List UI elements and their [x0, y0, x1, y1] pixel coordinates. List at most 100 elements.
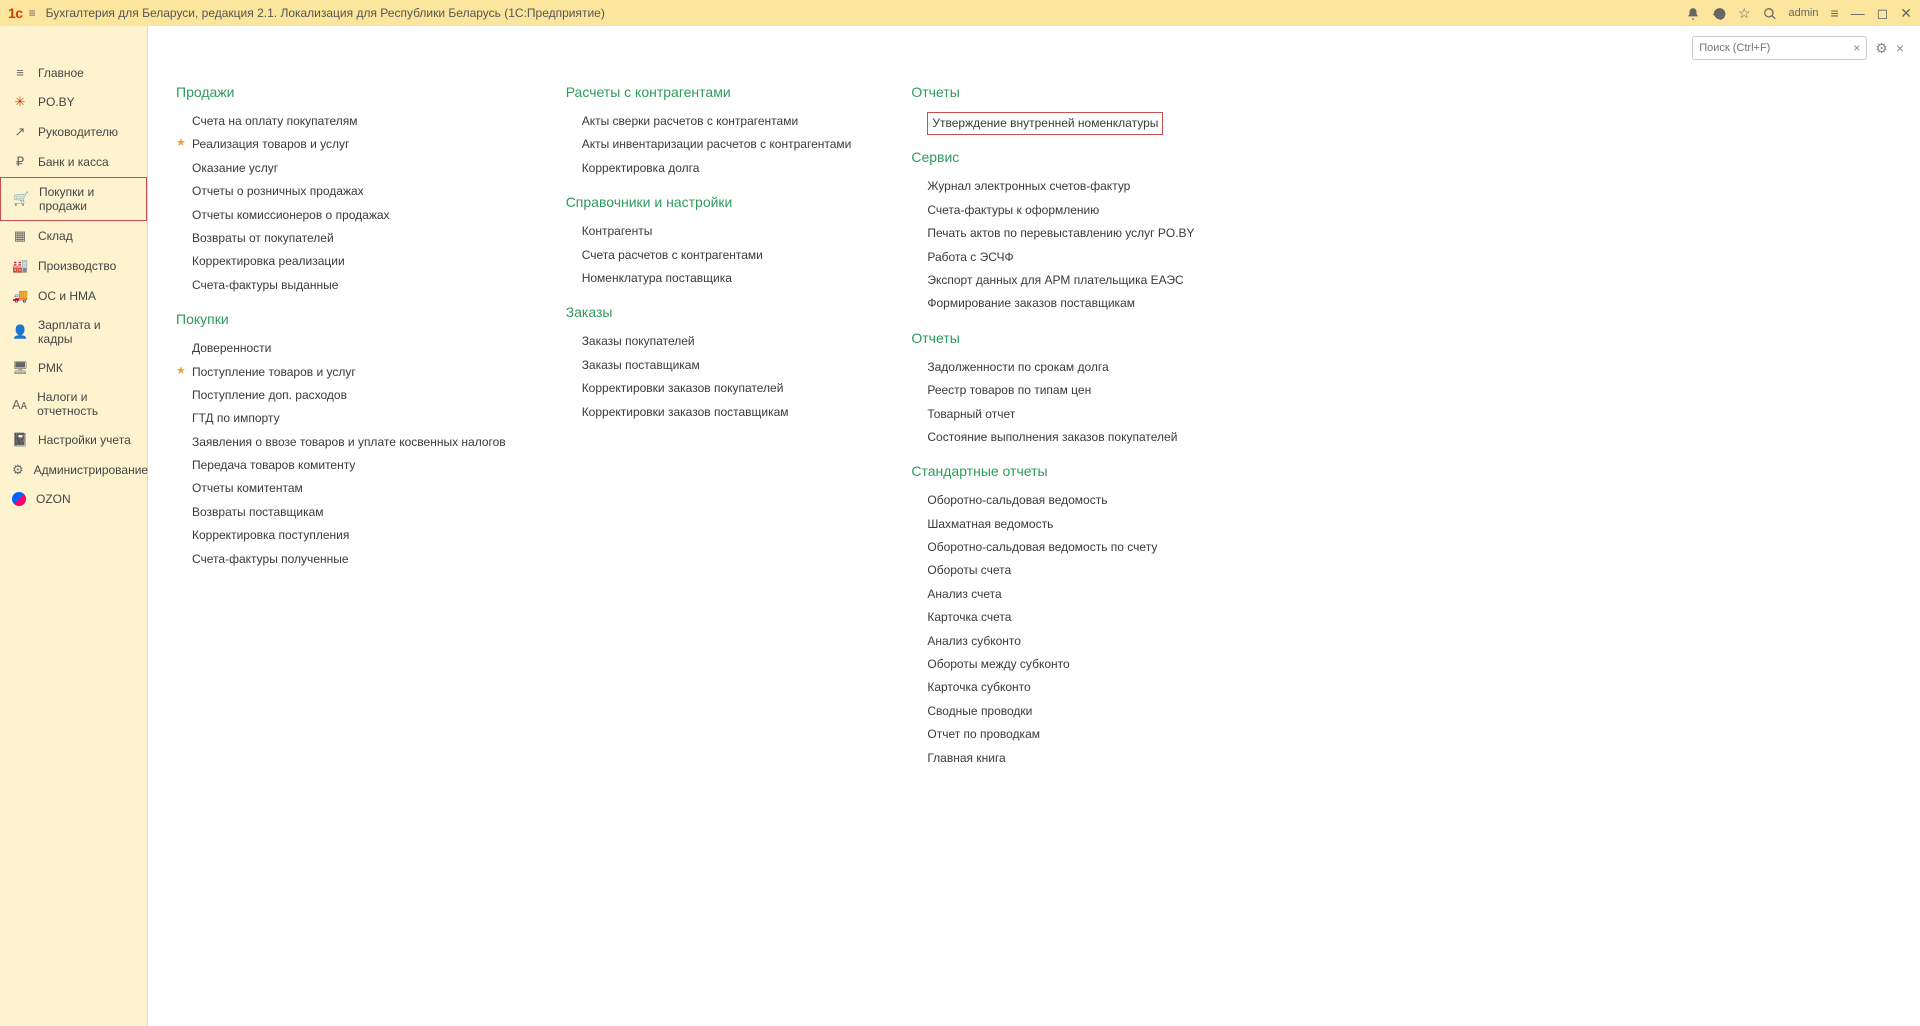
- col1-link-0-3[interactable]: Отчеты о розничных продажах: [192, 180, 506, 203]
- col1-link-1-1[interactable]: Поступление товаров и услуг: [192, 361, 506, 384]
- col3-link-3-5[interactable]: Карточка счета: [927, 606, 1194, 629]
- col3-link-2-2[interactable]: Товарный отчет: [927, 403, 1194, 426]
- col1-link-1-0[interactable]: Доверенности: [192, 337, 506, 360]
- sidebar-item-13[interactable]: OZON: [0, 485, 147, 513]
- col3-link-3-9[interactable]: Сводные проводки: [927, 700, 1194, 723]
- col2-link-2-0[interactable]: Заказы покупателей: [582, 330, 852, 353]
- col1-link-0-1[interactable]: Реализация товаров и услуг: [192, 133, 506, 156]
- sidebar-icon-3: ₽: [12, 154, 28, 170]
- close-panel-icon[interactable]: ×: [1896, 40, 1904, 56]
- col3-link-0-0[interactable]: Утверждение внутренней номенклатуры: [927, 112, 1163, 135]
- col3-link-3-2[interactable]: Оборотно-сальдовая ведомость по счету: [927, 536, 1194, 559]
- col1-link-1-4[interactable]: Заявления о ввозе товаров и уплате косве…: [192, 431, 506, 454]
- col3-section-list-0: Утверждение внутренней номенклатуры: [911, 110, 1194, 135]
- clear-search-icon[interactable]: ×: [1853, 41, 1860, 55]
- col2-section-list-0: Акты сверки расчетов с контрагентамиАкты…: [566, 110, 852, 180]
- col3-section-title-3: Стандартные отчеты: [911, 463, 1194, 479]
- col1-link-0-5[interactable]: Возвраты от покупателей: [192, 227, 506, 250]
- col3-link-3-8[interactable]: Карточка субконто: [927, 676, 1194, 699]
- history-icon[interactable]: [1712, 5, 1726, 21]
- col3-link-3-3[interactable]: Обороты счета: [927, 559, 1194, 582]
- sidebar-icon-13: [12, 492, 26, 506]
- sidebar-label-5: Склад: [38, 229, 73, 243]
- col1-link-1-6[interactable]: Отчеты комитентам: [192, 477, 506, 500]
- sidebar-item-6[interactable]: 🏭Производство: [0, 251, 147, 281]
- close-window-icon[interactable]: ✕: [1900, 5, 1912, 22]
- col2-link-0-0[interactable]: Акты сверки расчетов с контрагентами: [582, 110, 852, 133]
- col3-link-1-3[interactable]: Работа с ЭСЧФ: [927, 246, 1194, 269]
- col2-link-0-2[interactable]: Корректировка долга: [582, 157, 852, 180]
- sidebar-item-11[interactable]: 📓Настройки учета: [0, 425, 147, 455]
- sidebar-item-10[interactable]: AᴀНалоги и отчетность: [0, 383, 147, 425]
- col1-link-0-6[interactable]: Корректировка реализации: [192, 250, 506, 273]
- sidebar-item-5[interactable]: ▦Склад: [0, 221, 147, 251]
- col2-section-list-1: КонтрагентыСчета расчетов с контрагентам…: [566, 220, 852, 290]
- col3-section-list-3: Оборотно-сальдовая ведомостьШахматная ве…: [911, 489, 1194, 770]
- col3-link-1-2[interactable]: Печать актов по перевыставлению услуг PO…: [927, 222, 1194, 245]
- username[interactable]: admin: [1789, 7, 1819, 19]
- sidebar-item-8[interactable]: 👤Зарплата и кадры: [0, 311, 147, 353]
- sidebar: ≡Главное✳PO.BY↗Руководителю₽Банк и касса…: [0, 26, 148, 1026]
- sidebar-icon-10: Aᴀ: [12, 397, 27, 412]
- search-box[interactable]: ×: [1692, 36, 1867, 60]
- col3-link-1-5[interactable]: Формирование заказов поставщикам: [927, 292, 1194, 315]
- col1-link-1-9[interactable]: Счета-фактуры полученные: [192, 548, 506, 571]
- col3-link-3-11[interactable]: Главная книга: [927, 747, 1194, 770]
- col3-link-3-4[interactable]: Анализ счета: [927, 583, 1194, 606]
- col1-link-1-8[interactable]: Корректировка поступления: [192, 524, 506, 547]
- sections-columns: ПродажиСчета на оплату покупателямРеализ…: [176, 84, 1892, 770]
- col3-link-3-0[interactable]: Оборотно-сальдовая ведомость: [927, 489, 1194, 512]
- sidebar-label-12: Администрирование: [34, 463, 148, 477]
- col2-link-2-3[interactable]: Корректировки заказов поставщикам: [582, 401, 852, 424]
- burger-icon[interactable]: ≡: [29, 6, 36, 20]
- col3-link-1-4[interactable]: Экспорт данных для АРМ плательщика ЕАЭС: [927, 269, 1194, 292]
- col1-link-0-2[interactable]: Оказание услуг: [192, 157, 506, 180]
- col1-link-0-7[interactable]: Счета-фактуры выданные: [192, 274, 506, 297]
- col3-link-3-10[interactable]: Отчет по проводкам: [927, 723, 1194, 746]
- col3-link-2-3[interactable]: Состояние выполнения заказов покупателей: [927, 426, 1194, 449]
- search-input[interactable]: [1699, 42, 1849, 54]
- sidebar-item-12[interactable]: ⚙Администрирование: [0, 455, 147, 485]
- maximize-icon[interactable]: ◻: [1877, 5, 1889, 22]
- col3-link-3-1[interactable]: Шахматная ведомость: [927, 513, 1194, 536]
- col1-link-0-0[interactable]: Счета на оплату покупателям: [192, 110, 506, 133]
- col3-link-2-1[interactable]: Реестр товаров по типам цен: [927, 379, 1194, 402]
- star-icon[interactable]: ☆: [1738, 5, 1751, 22]
- col2-section-title-1: Справочники и настройки: [566, 194, 852, 210]
- sidebar-item-9[interactable]: 🖥РМК: [0, 353, 147, 383]
- sidebar-label-1: PO.BY: [38, 95, 75, 109]
- sidebar-item-4[interactable]: 🛒Покупки и продажи: [0, 177, 147, 221]
- col3-link-1-0[interactable]: Журнал электронных счетов-фактур: [927, 175, 1194, 198]
- col3-link-1-1[interactable]: Счета-фактуры к оформлению: [927, 199, 1194, 222]
- col2-link-0-1[interactable]: Акты инвентаризации расчетов с контраген…: [582, 133, 852, 156]
- content-toolbar: × ⚙ ×: [1692, 36, 1904, 60]
- sidebar-item-2[interactable]: ↗Руководителю: [0, 117, 147, 147]
- col1-section-list-1: ДоверенностиПоступление товаров и услугП…: [176, 337, 506, 571]
- col2-link-1-0[interactable]: Контрагенты: [582, 220, 852, 243]
- sidebar-item-7[interactable]: 🚚ОС и НМА: [0, 281, 147, 311]
- col2-link-2-2[interactable]: Корректировки заказов покупателей: [582, 377, 852, 400]
- col1-link-1-7[interactable]: Возвраты поставщикам: [192, 501, 506, 524]
- menu-more-icon[interactable]: ≡: [1830, 5, 1838, 21]
- col3-link-3-7[interactable]: Обороты между субконто: [927, 653, 1194, 676]
- col1-link-0-4[interactable]: Отчеты комиссионеров о продажах: [192, 204, 506, 227]
- titlebar-actions: ☆ admin ≡ — ◻ ✕: [1686, 5, 1912, 22]
- col1-link-1-5[interactable]: Передача товаров комитенту: [192, 454, 506, 477]
- col3-link-3-6[interactable]: Анализ субконто: [927, 630, 1194, 653]
- col1-link-1-3[interactable]: ГТД по импорту: [192, 407, 506, 430]
- col2-link-1-2[interactable]: Номенклатура поставщика: [582, 267, 852, 290]
- sidebar-item-0[interactable]: ≡Главное: [0, 58, 147, 87]
- col2-link-2-1[interactable]: Заказы поставщикам: [582, 354, 852, 377]
- col3-section-list-2: Задолженности по срокам долгаРеестр това…: [911, 356, 1194, 450]
- col3-section-title-0: Отчеты: [911, 84, 1194, 100]
- sidebar-item-3[interactable]: ₽Банк и касса: [0, 147, 147, 177]
- col2-link-1-1[interactable]: Счета расчетов с контрагентами: [582, 244, 852, 267]
- minimize-icon[interactable]: —: [1851, 5, 1865, 21]
- col1-link-1-2[interactable]: Поступление доп. расходов: [192, 384, 506, 407]
- sidebar-icon-9: 🖥: [12, 360, 28, 376]
- col3-link-2-0[interactable]: Задолженности по срокам долга: [927, 356, 1194, 379]
- sidebar-item-1[interactable]: ✳PO.BY: [0, 87, 147, 117]
- search-icon[interactable]: [1763, 5, 1777, 21]
- bell-icon[interactable]: [1686, 5, 1700, 21]
- settings-icon[interactable]: ⚙: [1875, 40, 1888, 57]
